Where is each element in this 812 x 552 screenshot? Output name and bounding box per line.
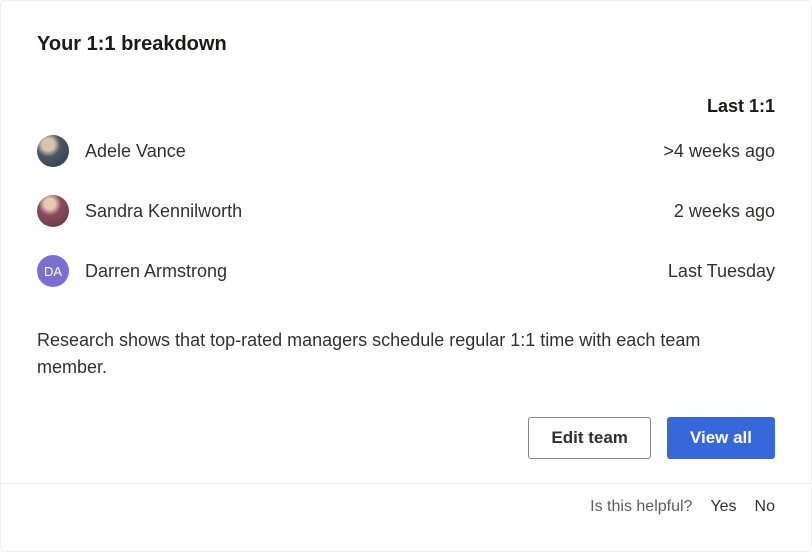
person-cell: DA Darren Armstrong [37, 255, 227, 287]
last-meeting-time: 2 weeks ago [674, 201, 775, 222]
table-row: DA Darren Armstrong Last Tuesday [37, 255, 775, 287]
person-cell: Sandra Kennilworth [37, 195, 242, 227]
column-header-last: Last 1:1 [707, 96, 775, 117]
table-header-row: Last 1:1 [37, 96, 775, 117]
feedback-yes-button[interactable]: Yes [710, 498, 736, 516]
person-name: Adele Vance [85, 141, 186, 162]
action-bar: Edit team View all [37, 417, 775, 459]
one-on-one-breakdown-card: Your 1:1 breakdown Last 1:1 Adele Vance … [0, 0, 812, 552]
table-row: Sandra Kennilworth 2 weeks ago [37, 195, 775, 227]
feedback-footer: Is this helpful? Yes No [1, 483, 811, 530]
avatar [37, 195, 69, 227]
person-name: Sandra Kennilworth [85, 201, 242, 222]
avatar [37, 135, 69, 167]
feedback-no-button[interactable]: No [755, 498, 775, 516]
avatar: DA [37, 255, 69, 287]
card-title: Your 1:1 breakdown [37, 33, 775, 56]
person-cell: Adele Vance [37, 135, 186, 167]
edit-team-button[interactable]: Edit team [528, 417, 651, 459]
last-meeting-time: >4 weeks ago [663, 141, 775, 162]
description-text: Research shows that top-rated managers s… [37, 327, 775, 381]
person-name: Darren Armstrong [85, 261, 227, 282]
view-all-button[interactable]: View all [667, 417, 775, 459]
table-row: Adele Vance >4 weeks ago [37, 135, 775, 167]
last-meeting-time: Last Tuesday [668, 261, 775, 282]
feedback-prompt: Is this helpful? [590, 498, 692, 516]
